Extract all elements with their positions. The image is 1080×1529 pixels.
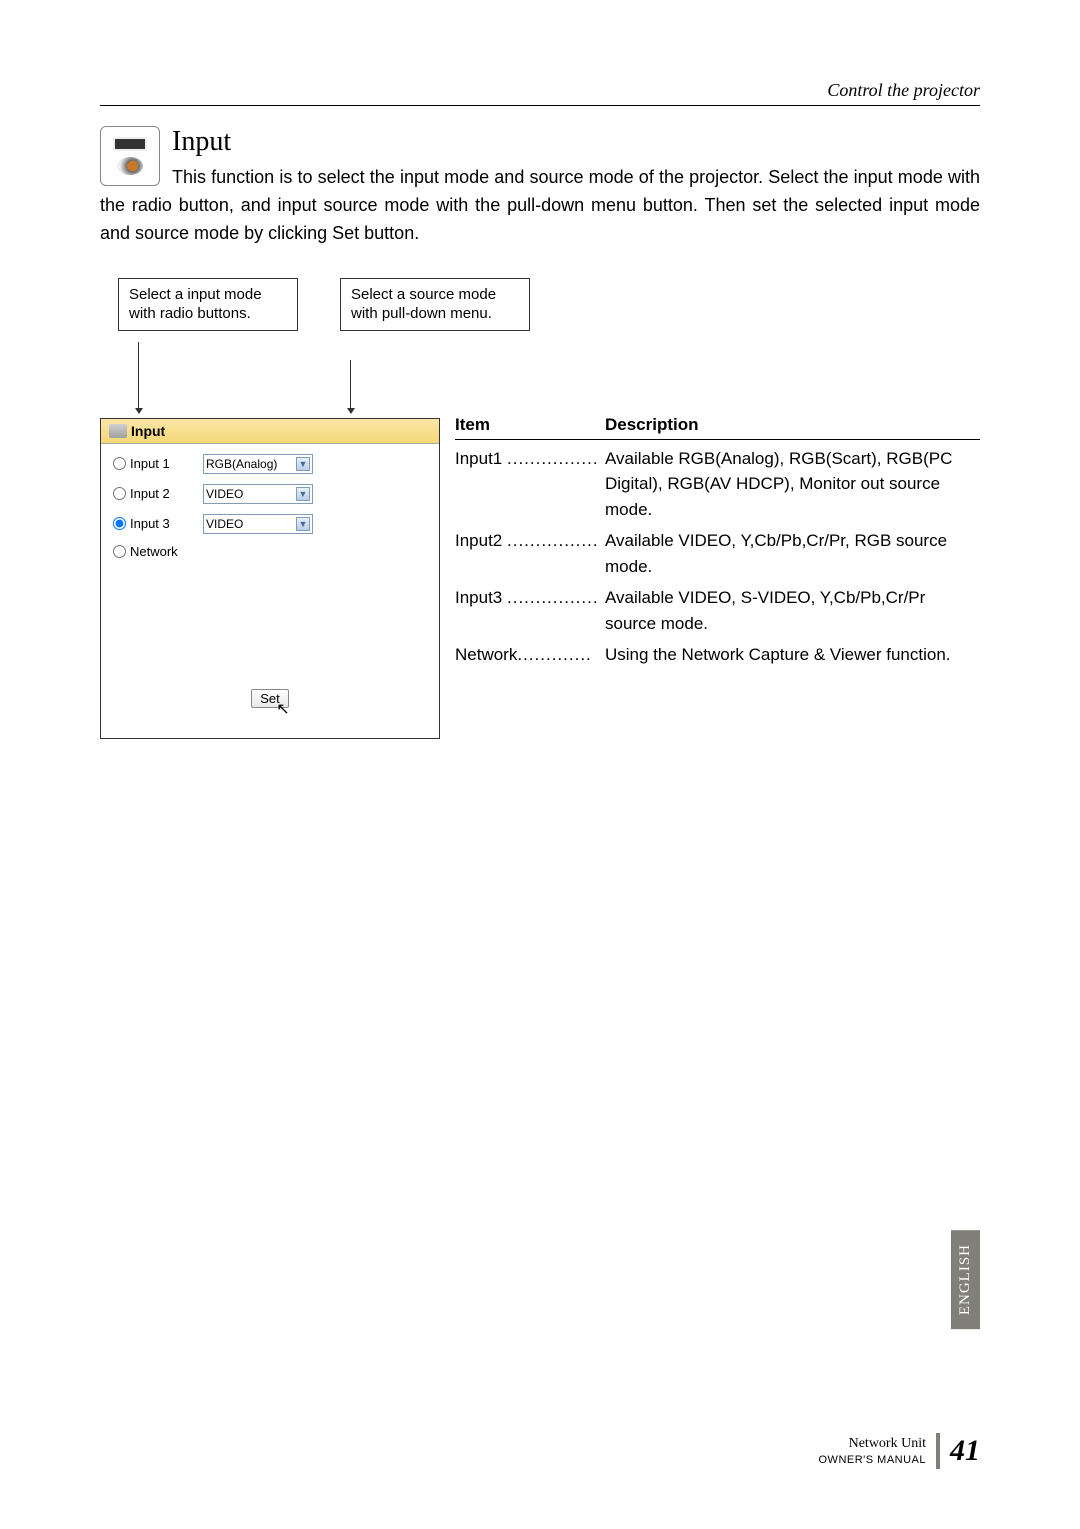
select-input3-value: VIDEO [206, 517, 243, 531]
table-row: Network............. Using the Network C… [455, 636, 980, 668]
radio-input3-label[interactable]: Input 3 [113, 516, 203, 531]
row-dots-1: ................ [507, 449, 599, 468]
select-input2[interactable]: VIDEO ▼ [203, 484, 313, 504]
select-input1[interactable]: RGB(Analog) ▼ [203, 454, 313, 474]
section-paragraph: This function is to select the input mod… [100, 164, 980, 248]
row-dots-3: ................ [507, 588, 599, 607]
row-item-3: Input3 [455, 588, 502, 607]
lens-icon [117, 157, 143, 175]
input-panel: Input Input 1 RGB(Analog) ▼ [100, 418, 440, 739]
annotation-radio: Select a input mode with radio buttons. [118, 278, 298, 331]
cursor-icon: ↖ [276, 699, 289, 719]
annotation-area: Select a input mode with radio buttons. … [100, 278, 980, 378]
radio-network[interactable] [113, 545, 126, 558]
section-title: Input [100, 126, 980, 158]
row-item-1: Input1 [455, 449, 502, 468]
radio-input1-text: Input 1 [130, 456, 170, 471]
table-row: Input2 ................ Available VIDEO,… [455, 522, 980, 579]
set-label-inline: Set [332, 223, 359, 243]
radio-input2[interactable] [113, 487, 126, 500]
description-table: Item Description Input1 ................… [455, 415, 980, 668]
radio-input1[interactable] [113, 457, 126, 470]
chevron-down-icon[interactable]: ▼ [296, 457, 310, 471]
radio-input2-label[interactable]: Input 2 [113, 486, 203, 501]
row-desc-3: Available VIDEO, S-VIDEO, Y,Cb/Pb,Cr/Pr … [605, 585, 980, 636]
radio-input1-label[interactable]: Input 1 [113, 456, 203, 471]
annotation-arrow-1 [138, 342, 139, 408]
radio-input2-text: Input 2 [130, 486, 170, 501]
row-dots-2: ................ [507, 531, 599, 550]
table-header-desc: Description [605, 415, 699, 435]
row-dots-4: ............. [517, 645, 591, 664]
footer-subtitle: OWNER'S MANUAL [819, 1453, 927, 1468]
select-input3[interactable]: VIDEO ▼ [203, 514, 313, 534]
chevron-down-icon[interactable]: ▼ [296, 517, 310, 531]
section-icon [100, 126, 160, 186]
row-item-4: Network [455, 645, 517, 664]
radio-network-text: Network [130, 544, 178, 559]
select-input2-value: VIDEO [206, 487, 243, 501]
footer-divider [936, 1433, 940, 1469]
panel-titlebar: Input [101, 419, 439, 444]
projector-icon [113, 137, 147, 151]
paragraph-after: button. [359, 223, 419, 243]
select-input1-value: RGB(Analog) [206, 457, 277, 471]
radio-input3-text: Input 3 [130, 516, 170, 531]
table-row: Input3 ................ Available VIDEO,… [455, 579, 980, 636]
annotation-pulldown: Select a source mode with pull-down menu… [340, 278, 530, 331]
row-desc-4: Using the Network Capture & Viewer funct… [605, 642, 980, 668]
language-tab: ENGLISH [951, 1230, 980, 1329]
page-header-breadcrumb: Control the projector [100, 80, 980, 106]
panel-title-icon [109, 424, 127, 438]
footer-title: Network Unit [819, 1434, 927, 1454]
annotation-arrow-2 [350, 360, 351, 408]
page-number: 41 [950, 1434, 980, 1468]
row-item-2: Input2 [455, 531, 502, 550]
radio-network-label[interactable]: Network [113, 544, 203, 559]
row-desc-2: Available VIDEO, Y,Cb/Pb,Cr/Pr, RGB sour… [605, 528, 980, 579]
row-desc-1: Available RGB(Analog), RGB(Scart), RGB(P… [605, 446, 980, 523]
radio-input3[interactable] [113, 517, 126, 530]
paragraph-main: This function is to select the input mod… [100, 167, 980, 243]
table-header-item: Item [455, 415, 605, 435]
chevron-down-icon[interactable]: ▼ [296, 487, 310, 501]
table-row: Input1 ................ Available RGB(An… [455, 440, 980, 523]
panel-title-text: Input [131, 423, 165, 439]
page-footer: Network Unit OWNER'S MANUAL 41 [819, 1433, 981, 1469]
